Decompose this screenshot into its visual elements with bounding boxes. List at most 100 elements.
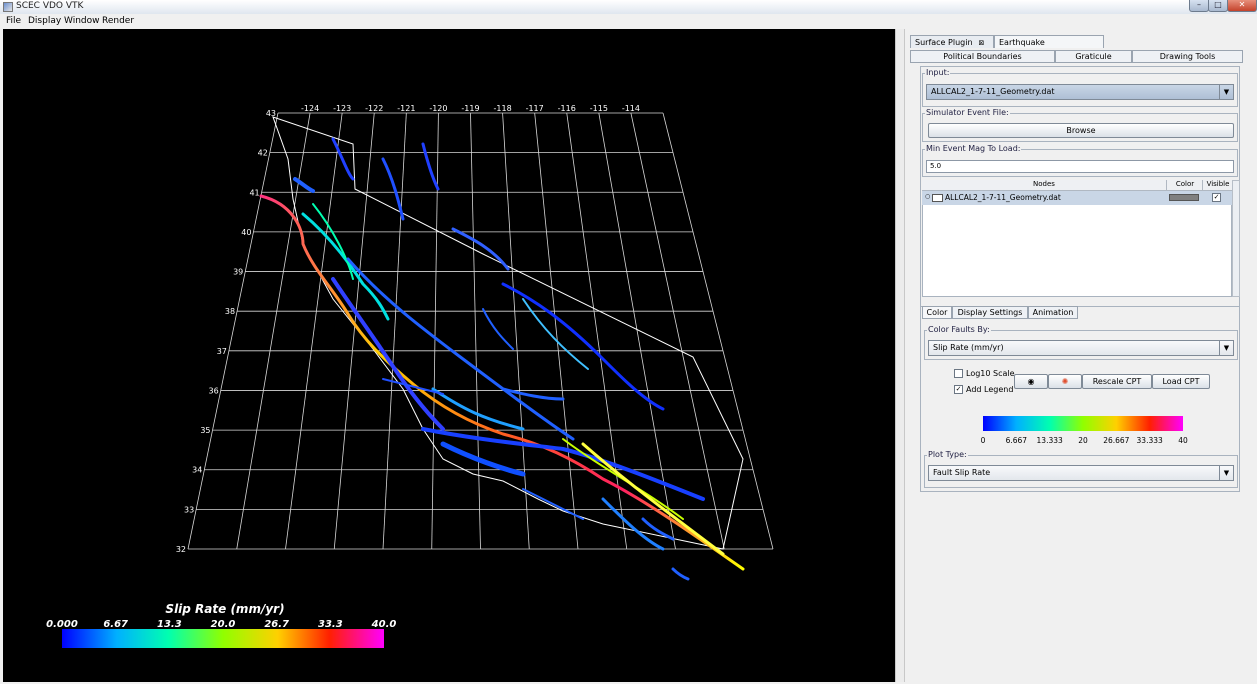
graticule-meridian <box>502 112 530 550</box>
tab-earthquake-simulators[interactable]: Earthquake Simulators⊠ <box>994 35 1104 60</box>
viewport-legend-tick: 40.0 <box>371 619 397 630</box>
viewport-colorbar <box>62 629 384 648</box>
menu-display[interactable]: Display <box>28 16 61 26</box>
minimize-icon[interactable]: – <box>1189 0 1209 12</box>
add-legend-checkbox[interactable]: ✓ <box>954 385 963 394</box>
lat-label: 32 <box>176 545 186 554</box>
panel-colorbar-tick: 20 <box>1078 436 1088 445</box>
lon-label: -122 <box>365 104 383 113</box>
graticule-meridian <box>662 112 774 550</box>
lat-label: 42 <box>258 149 268 158</box>
lon-label: -123 <box>333 104 351 113</box>
map-render: -124 -123 -122 -121 -120 -119 -118 -117 -116 -115… <box>46 104 774 648</box>
panel-colorbar-tick: 33.333 <box>1136 436 1163 445</box>
lat-label: 37 <box>217 347 227 356</box>
eye-button[interactable]: ◉ <box>1014 374 1048 389</box>
nodes-column-header[interactable]: Nodes <box>922 180 1166 191</box>
close-icon[interactable]: ✕ <box>1227 0 1257 12</box>
panel-colorbar <box>983 416 1183 431</box>
viewport-legend-tick: 0.000 <box>46 619 78 630</box>
color-column-header[interactable]: Color <box>1166 180 1203 191</box>
viewport-legend-title: Slip Rate (mm/yr) <box>165 602 284 616</box>
lon-label: -120 <box>429 104 447 113</box>
eye-icon: ◉ <box>1027 377 1035 386</box>
panel-colorbar-tick: 26.667 <box>1103 436 1130 445</box>
node-visible-checkbox[interactable]: ✓ <box>1212 193 1221 202</box>
tab-drawing-tools[interactable]: Drawing Tools <box>1132 50 1243 63</box>
close-tab-icon[interactable]: ⊠ <box>979 39 985 47</box>
panel-colorbar-tick: 40 <box>1178 436 1188 445</box>
split-pane-divider[interactable] <box>895 29 905 682</box>
graticule-meridian <box>236 112 311 550</box>
log10-label: Log10 Scale <box>966 369 1015 378</box>
maximize-icon[interactable]: □ <box>1208 0 1228 12</box>
viewport-legend-tick: 13.3 <box>157 619 182 630</box>
lon-label: -118 <box>494 104 512 113</box>
menu-window[interactable]: Window <box>64 16 100 26</box>
color-wheel-button[interactable]: ✺ <box>1048 374 1082 389</box>
visible-column-header[interactable]: Visible <box>1202 180 1233 191</box>
color-by-select[interactable]: Slip Rate (mm/yr) ▼ <box>928 340 1234 356</box>
fault-traces <box>259 137 745 581</box>
plot-type-legend: Plot Type: <box>927 450 968 459</box>
log10-checkbox[interactable] <box>954 369 963 378</box>
tab-animation[interactable]: Animation <box>1028 306 1078 319</box>
viewport-legend-ticks: 0.000 6.67 13.3 20.0 26.7 33.3 40.0 <box>46 619 396 630</box>
lat-label: 35 <box>200 426 210 435</box>
plot-type-select-value: Fault Slip Rate <box>933 468 991 477</box>
graticule-meridian <box>382 112 407 550</box>
color-wheel-icon: ✺ <box>1061 377 1069 386</box>
lat-label: 34 <box>192 466 202 475</box>
node-color-swatch[interactable] <box>1169 194 1199 201</box>
graticule-meridian <box>630 112 725 550</box>
lat-label: 41 <box>249 188 259 197</box>
lon-label: -114 <box>622 104 640 113</box>
viewport-legend-tick: 6.67 <box>103 619 128 630</box>
viewport-legend-tick: 33.3 <box>318 619 343 630</box>
node-name: ALLCAL2_1-7-11_Geometry.dat <box>945 193 1061 202</box>
add-legend-label: Add Legend <box>966 385 1014 394</box>
load-cpt-button[interactable]: Load CPT <box>1152 374 1210 389</box>
viewport-legend-tick: 20.0 <box>211 619 236 630</box>
plot-type-select[interactable]: Fault Slip Rate ▼ <box>928 465 1234 481</box>
tab-color[interactable]: Color <box>922 306 952 319</box>
lon-label: -119 <box>461 104 479 113</box>
browse-button[interactable]: Browse <box>928 123 1234 138</box>
color-by-legend: Color Faults By: <box>927 325 991 334</box>
lat-label: 33 <box>184 505 194 514</box>
expand-toggle-icon[interactable]: ○ <box>925 193 930 200</box>
lat-label: 40 <box>241 228 251 237</box>
graticule-meridian <box>470 112 481 550</box>
window-title: SCEC VDO VTK <box>16 1 84 11</box>
lat-label: 43 <box>266 109 276 118</box>
lat-label: 39 <box>233 268 243 277</box>
tab-graticule[interactable]: Graticule <box>1055 50 1132 63</box>
menu-render[interactable]: Render <box>102 16 134 26</box>
render-viewport[interactable]: -124 -123 -122 -121 -120 -119 -118 -117 -116 -115… <box>3 29 895 682</box>
rescale-cpt-button[interactable]: Rescale CPT <box>1082 374 1152 389</box>
tab-political-boundaries[interactable]: Political Boundaries <box>910 50 1055 63</box>
input-select[interactable]: ALLCAL2_1-7-11_Geometry.dat ▼ <box>926 84 1234 100</box>
dropdown-arrow-icon: ▼ <box>1219 85 1233 99</box>
input-select-value: ALLCAL2_1-7-11_Geometry.dat <box>931 87 1055 96</box>
folder-icon <box>932 194 943 202</box>
input-legend: Input: <box>925 68 951 77</box>
menu-file[interactable]: File <box>6 16 21 26</box>
min-mag-field[interactable]: 5.0 <box>926 160 1234 173</box>
color-by-select-value: Slip Rate (mm/yr) <box>933 343 1004 352</box>
graticule-meridian <box>187 112 279 550</box>
graticule-meridian <box>566 112 628 550</box>
dropdown-arrow-icon: ▼ <box>1219 466 1233 480</box>
graticule-grid <box>187 112 774 550</box>
lat-label: 36 <box>209 386 219 395</box>
panel-colorbar-tick: 6.667 <box>1005 436 1028 445</box>
menu-bar: File Display Window Render <box>0 14 1257 28</box>
tab-display-settings[interactable]: Display Settings <box>952 306 1028 319</box>
control-panel: Surface Plugin ⊠ Earthquake Simulators⊠ P… <box>906 33 1246 503</box>
window-titlebar: SCEC VDO VTK – □ ✕ <box>0 0 1257 15</box>
table-scrollbar[interactable] <box>1232 180 1240 297</box>
california-boundary <box>272 116 744 550</box>
app-icon <box>3 2 13 12</box>
panel-colorbar-tick: 13.333 <box>1036 436 1063 445</box>
tab-surface-plugin[interactable]: Surface Plugin ⊠ <box>910 35 994 48</box>
